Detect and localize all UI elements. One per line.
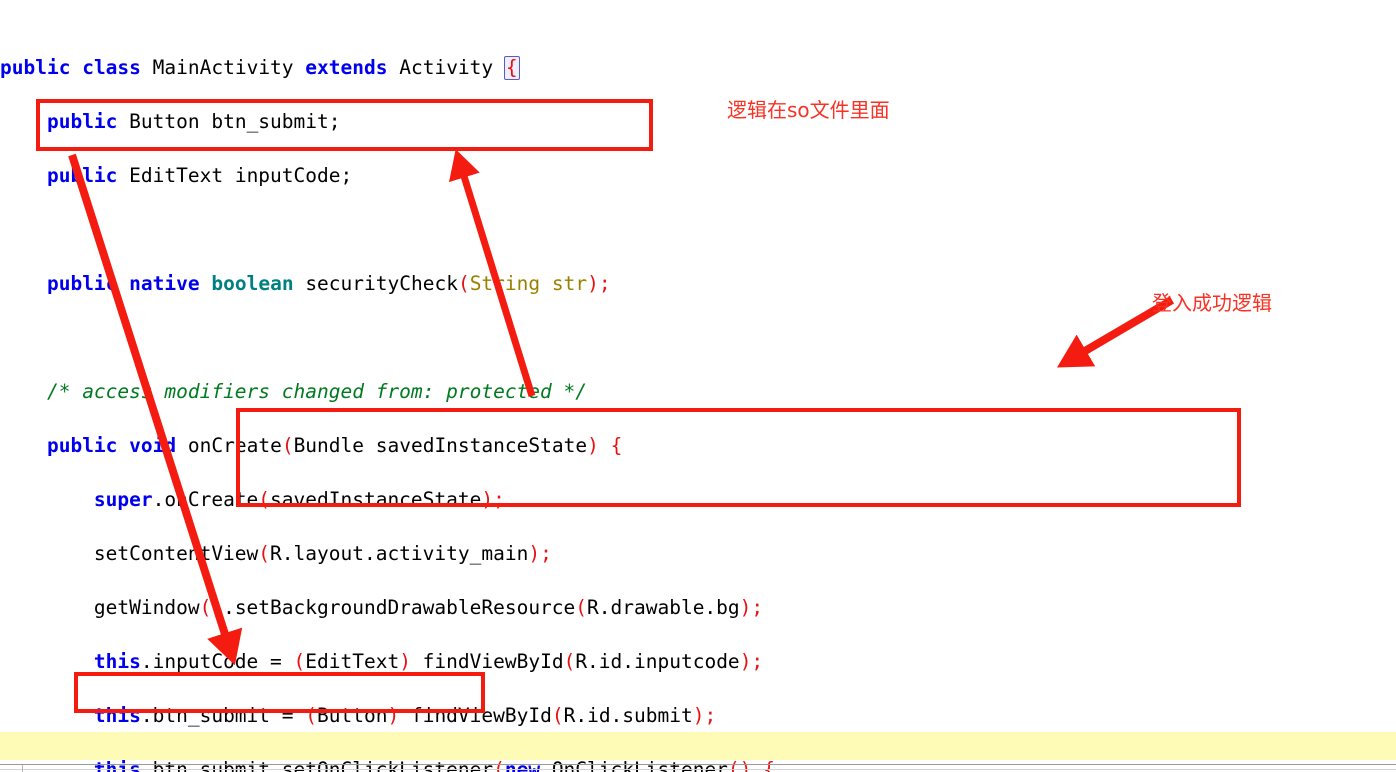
matching-brace-highlight: { — [503, 56, 520, 80]
code-viewer-window: public class MainActivity extends Activi… — [0, 0, 1396, 772]
code-line: setContentView(R.layout.activity_main); — [93, 542, 552, 565]
code-line: getWindow().setBackgroundDrawableResourc… — [93, 596, 764, 619]
pane-bottom-tick — [22, 765, 23, 772]
pane-bottom-divider — [0, 764, 1396, 765]
code-line: /* access modifiers changed from: protec… — [46, 380, 588, 403]
annotation-box-native-declaration — [36, 99, 653, 151]
code-line: public class MainActivity extends Activi… — [0, 56, 520, 80]
code-line: public EditText inputCode; — [46, 164, 353, 187]
annotation-label-logic-in-so: 逻辑在so文件里面 — [727, 98, 890, 122]
annotation-box-load-library — [74, 672, 485, 713]
annotation-box-success-branch — [236, 408, 1241, 507]
pane-bottom-divider-secondary — [0, 769, 1396, 770]
code-line: this.inputCode = (EditText) findViewById… — [93, 650, 764, 673]
annotation-label-login-success: 登入成功逻辑 — [1152, 291, 1272, 315]
